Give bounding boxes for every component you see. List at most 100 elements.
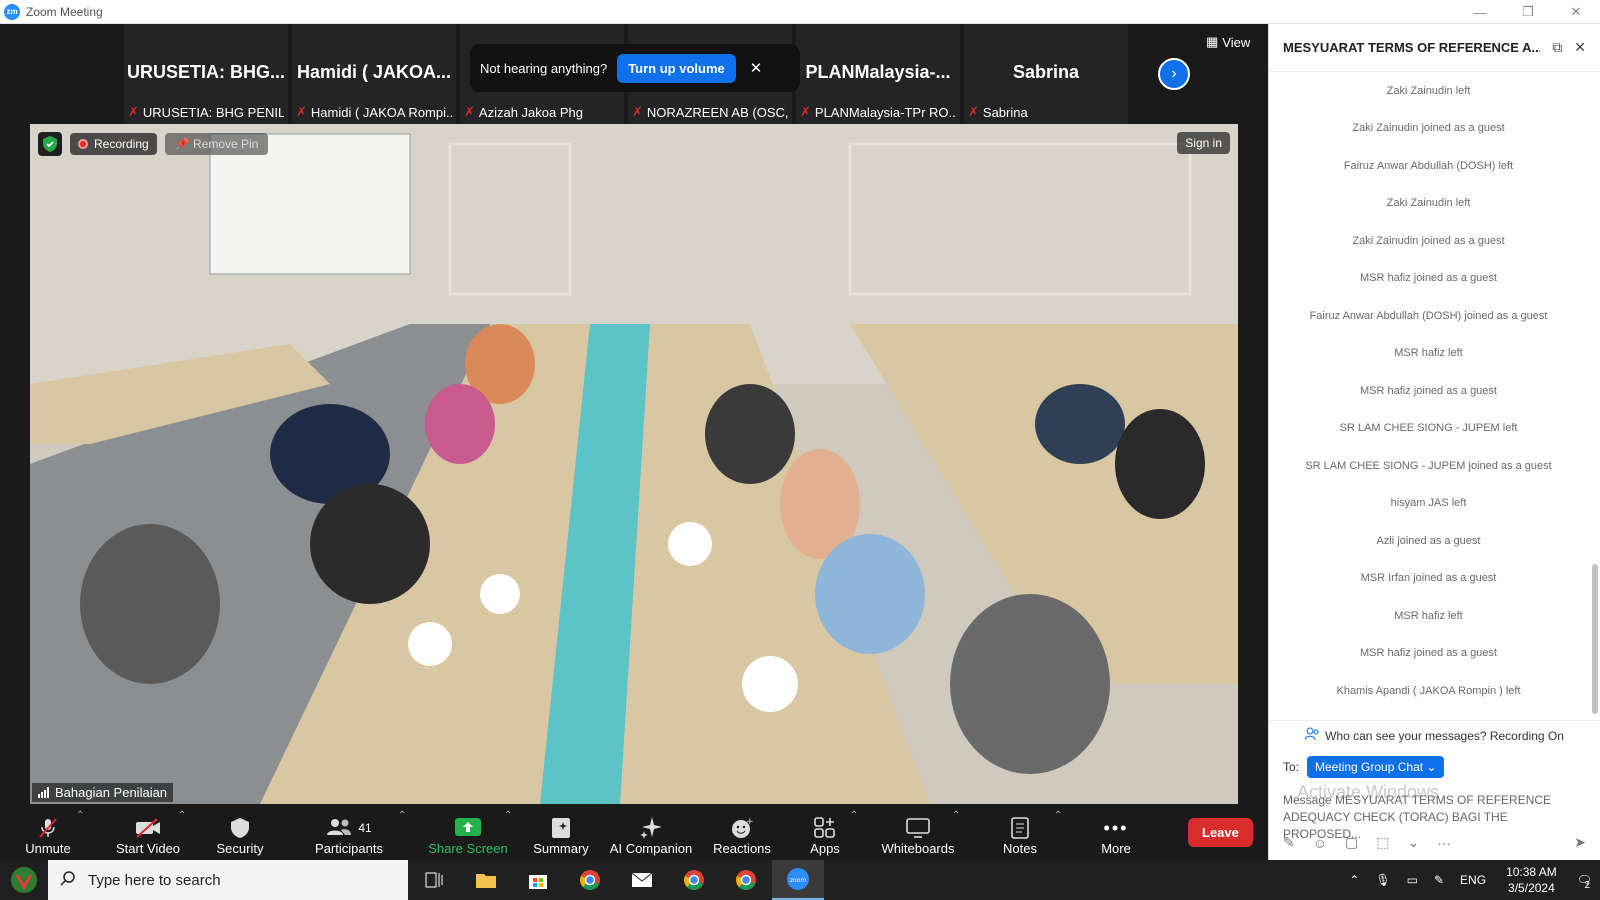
pinned-video[interactable]: Recording 📌 Remove Pin Sign in Bahagian … [30, 124, 1238, 804]
mic-muted-icon: ✗ [632, 104, 643, 119]
participant-name: URUSETIA: BHG PENIL... [142, 104, 284, 120]
svg-text:zoom: zoom [790, 877, 806, 884]
chat-message: Zaki Zainudin left [1386, 197, 1471, 210]
chrome-profile-icon[interactable] [668, 860, 720, 900]
language-indicator[interactable]: ENG [1460, 873, 1486, 887]
chat-message: MSR hafiz left [1394, 347, 1463, 360]
next-page-button[interactable]: › [1158, 58, 1190, 90]
share-caret-icon[interactable]: ⌃ [504, 810, 512, 821]
whiteboards-button[interactable]: Whiteboards [876, 810, 960, 856]
task-view-icon[interactable] [408, 860, 460, 900]
participant-tile[interactable]: PLANMalaysia-... ✗ PLANMalaysia-TPr RO... [796, 24, 960, 124]
chat-messages[interactable]: Zaki Zainudin left Zaki Zainudin joined a… [1269, 72, 1588, 720]
ai-companion-button[interactable]: AI Companion [606, 810, 696, 856]
chat-scrollbar[interactable] [1592, 564, 1598, 714]
apps-caret-icon[interactable]: ⌃ [850, 810, 858, 821]
encryption-shield-icon[interactable] [38, 132, 62, 156]
window-titlebar: zm Zoom Meeting — ❐ ✕ [0, 0, 1600, 24]
summary-button[interactable]: Summary [530, 810, 592, 856]
mic-muted-icon: ✗ [296, 104, 307, 119]
recipient-select[interactable]: Meeting Group Chat ⌄ [1307, 756, 1445, 778]
people-icon [1304, 727, 1319, 744]
battery-icon[interactable]: ▭ [1407, 873, 1418, 887]
notes-caret-icon[interactable]: ⌃ [1054, 810, 1062, 821]
participants-count: 41 [358, 821, 372, 835]
pen-icon[interactable]: ✎ [1434, 873, 1444, 887]
unmute-caret-icon[interactable]: ⌃ [76, 810, 84, 821]
close-banner-icon[interactable]: ✕ [750, 59, 763, 77]
start-video-button[interactable]: Start Video [108, 810, 188, 856]
chevron-down-icon[interactable]: ⌄ [1408, 834, 1420, 851]
file-icon[interactable]: ▢ [1345, 834, 1358, 851]
participant-display-name: Sabrina [1012, 62, 1080, 82]
format-icon[interactable]: ✎ [1283, 834, 1295, 851]
chat-title: MESYUARAT TERMS OF REFERENCE A... [1283, 40, 1541, 55]
zoom-taskbar-icon[interactable]: zoom [772, 860, 824, 900]
leave-button[interactable]: Leave [1188, 818, 1253, 847]
microphone-icon[interactable]: 🎙 [1375, 873, 1390, 887]
apps-icon [814, 815, 836, 841]
chrome-profile-icon[interactable] [720, 860, 772, 900]
notifications-icon[interactable]: 🗨 2 [1577, 873, 1592, 891]
clock-date: 3/5/2024 [1508, 881, 1555, 895]
participant-tile[interactable]: Hamidi ( JAKOA... ✗ Hamidi ( JAKOA Rompi.… [292, 24, 456, 124]
chat-message: Fairuz Anwar Abdullah (DOSH) left [1343, 159, 1514, 172]
whiteboards-label: Whiteboards [881, 841, 955, 856]
mic-muted-icon: ✗ [464, 104, 475, 119]
more-button[interactable]: ••• More [1094, 810, 1138, 857]
sign-in-button[interactable]: Sign in [1177, 132, 1230, 154]
participant-tile[interactable]: Sabrina ✗ Sabrina [964, 24, 1128, 124]
notes-button[interactable]: Notes [996, 810, 1044, 856]
chrome-icon[interactable] [564, 860, 616, 900]
mail-icon[interactable] [616, 860, 668, 900]
turn-up-volume-button[interactable]: Turn up volume [617, 53, 736, 83]
zoom-logo-icon: zm [4, 3, 20, 20]
meeting-toolbar: Unmute ⌃ Start Video ⌃ Security 41 Parti… [0, 804, 1268, 860]
summary-label: Summary [533, 841, 589, 856]
chat-message: SR LAM CHEE SIONG - JUPEM left [1339, 422, 1518, 435]
emoji-icon[interactable]: ☺ [1313, 835, 1327, 851]
minimize-icon[interactable]: — [1456, 0, 1504, 24]
participants-caret-icon[interactable]: ⌃ [398, 810, 406, 821]
window-title: Zoom Meeting [26, 4, 103, 19]
participants-icon [326, 818, 352, 839]
clock[interactable]: 10:38 AM 3/5/2024 [1506, 864, 1557, 896]
close-window-icon[interactable]: ✕ [1552, 0, 1600, 24]
apps-button[interactable]: Apps [802, 810, 848, 856]
chat-message: MSR hafiz joined as a guest [1360, 384, 1497, 397]
message-visibility-notice[interactable]: Who can see your messages? Recording On [1269, 720, 1600, 750]
apps-label: Apps [810, 841, 840, 856]
store-icon[interactable] [512, 860, 564, 900]
more-options-icon[interactable]: ··· [1437, 835, 1451, 851]
start-button[interactable] [0, 860, 48, 900]
chat-tools: ✎ ☺ ▢ ⬚ ⌄ ··· ➤ [1283, 834, 1586, 851]
recording-indicator[interactable]: Recording [70, 133, 157, 155]
popout-icon[interactable]: ⧉ [1552, 39, 1562, 56]
view-label: View [1222, 34, 1251, 50]
close-chat-icon[interactable]: ✕ [1574, 39, 1586, 56]
remove-pin-button[interactable]: 📌 Remove Pin [164, 133, 269, 155]
participants-button[interactable]: 41 Participants [306, 810, 392, 856]
chat-message: hisyam JAS left [1390, 497, 1467, 510]
taskbar-search[interactable]: Type here to search [48, 860, 408, 900]
video-name-label: Bahagian Penilaian [32, 783, 174, 802]
screenshot-icon[interactable]: ⬚ [1376, 834, 1389, 851]
send-icon[interactable]: ➤ [1574, 834, 1586, 851]
security-button[interactable]: Security [210, 810, 270, 856]
unmute-button[interactable]: Unmute [20, 810, 76, 856]
participant-tile[interactable]: URUSETIA: BHG... ✗ URUSETIA: BHG PENIL... [124, 24, 288, 124]
file-explorer-icon[interactable] [460, 860, 512, 900]
video-off-icon [135, 815, 161, 841]
ai-companion-label: AI Companion [609, 841, 693, 856]
video-caret-icon[interactable]: ⌃ [178, 810, 186, 821]
share-screen-button[interactable]: Share Screen [426, 810, 510, 856]
mic-muted-icon: ✗ [128, 104, 139, 119]
audio-warning-banner: Not hearing anything? Turn up volume ✕ [470, 44, 800, 92]
tray-chevron-up-icon[interactable]: ⌃ [1349, 873, 1359, 887]
view-button[interactable]: ▦ View [1206, 34, 1250, 50]
whiteboards-caret-icon[interactable]: ⌃ [952, 810, 960, 821]
participant-name: NORAZREEN AB (OSC,... [646, 104, 788, 120]
restore-icon[interactable]: ❐ [1504, 0, 1552, 24]
recipient-value: Meeting Group Chat [1315, 760, 1424, 774]
reactions-button[interactable]: + Reactions [710, 810, 774, 856]
